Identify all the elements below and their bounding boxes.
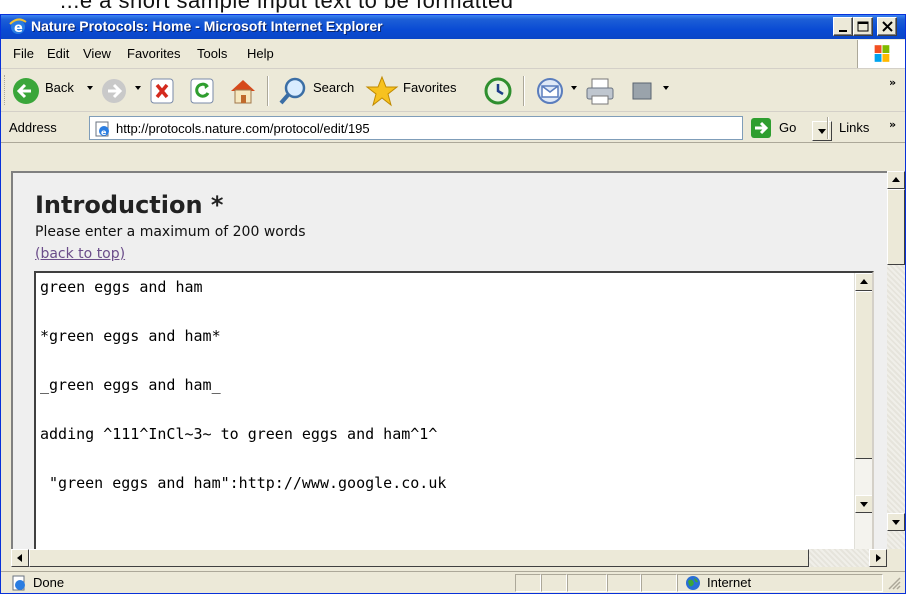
chevron-down-icon bbox=[892, 520, 900, 525]
menu-help[interactable]: Help bbox=[247, 46, 274, 61]
refresh-icon[interactable] bbox=[187, 74, 217, 108]
page-content: Introduction * Please enter a maximum of… bbox=[11, 171, 887, 549]
forward-icon[interactable] bbox=[99, 74, 129, 108]
history-icon[interactable] bbox=[481, 74, 515, 108]
search-label[interactable]: Search bbox=[313, 80, 354, 95]
edit-icon[interactable] bbox=[627, 74, 657, 108]
textarea-line: adding ^111^InCl~3~ to green eggs and ha… bbox=[40, 425, 438, 443]
status-pane bbox=[607, 574, 641, 592]
toolbar-grip[interactable] bbox=[4, 75, 7, 105]
go-label: Go bbox=[779, 120, 797, 135]
menu-view[interactable]: View bbox=[83, 46, 111, 61]
close-button[interactable] bbox=[877, 17, 897, 36]
security-zone-text: Internet bbox=[707, 575, 752, 590]
menu-tools[interactable]: Tools bbox=[197, 46, 227, 61]
maximize-button[interactable] bbox=[853, 17, 873, 36]
menu-favorites[interactable]: Favorites bbox=[127, 46, 180, 61]
toolbar-separator bbox=[827, 117, 829, 139]
page-horizontal-scrollbar[interactable] bbox=[11, 549, 887, 567]
back-icon[interactable] bbox=[11, 74, 41, 108]
ie-logo-icon: e bbox=[9, 18, 27, 36]
search-icon[interactable] bbox=[277, 74, 309, 108]
back-label[interactable]: Back bbox=[45, 80, 74, 95]
page-caption-text: ...e a short sample input text to be for… bbox=[60, 0, 514, 13]
stop-icon[interactable] bbox=[147, 74, 177, 108]
status-bar: Done Internet bbox=[1, 571, 905, 593]
favorites-label[interactable]: Favorites bbox=[403, 80, 456, 95]
page-vertical-scrollbar[interactable] bbox=[887, 171, 905, 549]
scroll-left-button[interactable] bbox=[11, 549, 29, 567]
section-heading: Introduction * bbox=[35, 191, 224, 219]
textarea-content: green eggs and ham *green eggs and ham* … bbox=[40, 277, 840, 522]
scroll-thumb[interactable] bbox=[855, 291, 872, 459]
forward-dropdown-icon[interactable] bbox=[135, 86, 141, 90]
chevron-down-icon bbox=[860, 502, 868, 507]
mail-icon[interactable] bbox=[533, 74, 567, 108]
address-input[interactable]: e http://protocols.nature.com/protocol/e… bbox=[89, 116, 832, 141]
textarea-line: _green eggs and ham_ bbox=[40, 376, 221, 394]
close-icon bbox=[882, 21, 893, 32]
browser-window: e Nature Protocols: Home - Microsoft Int… bbox=[0, 14, 906, 594]
back-to-top-link[interactable]: (back to top) bbox=[35, 246, 125, 262]
back-dropdown-icon[interactable] bbox=[87, 86, 93, 90]
svg-text:e: e bbox=[101, 128, 107, 137]
links-chevron-icon[interactable]: » bbox=[889, 118, 896, 131]
status-pane bbox=[641, 574, 677, 592]
window-title: Nature Protocols: Home - Microsoft Inter… bbox=[31, 18, 383, 34]
print-icon[interactable] bbox=[583, 74, 617, 108]
scroll-right-button[interactable] bbox=[869, 549, 887, 567]
windows-logo-icon bbox=[857, 40, 905, 68]
scroll-down-button[interactable] bbox=[855, 495, 872, 513]
textarea-scrollbar[interactable] bbox=[854, 273, 872, 549]
status-pane bbox=[515, 574, 541, 592]
home-icon[interactable] bbox=[227, 74, 259, 108]
svg-text:e: e bbox=[14, 21, 23, 36]
go-arrow-icon bbox=[751, 118, 771, 138]
favorites-icon[interactable] bbox=[365, 74, 399, 108]
resize-grip-icon[interactable] bbox=[887, 576, 901, 590]
scroll-up-button[interactable] bbox=[855, 273, 872, 291]
mail-dropdown-icon[interactable] bbox=[571, 86, 577, 90]
page-caption-partial: ...e a short sample input text to be for… bbox=[0, 0, 906, 14]
address-url[interactable]: http://protocols.nature.com/protocol/edi… bbox=[116, 121, 370, 136]
status-pane bbox=[567, 574, 607, 592]
title-bar[interactable]: e Nature Protocols: Home - Microsoft Int… bbox=[1, 15, 905, 39]
edit-dropdown-icon[interactable] bbox=[663, 86, 669, 90]
page-scroll-thumb[interactable] bbox=[887, 189, 905, 265]
page-done-icon bbox=[12, 575, 25, 591]
toolbar-separator bbox=[523, 76, 525, 106]
chevron-left-icon bbox=[17, 554, 22, 562]
toolbar-separator bbox=[267, 76, 269, 106]
menu-bar: File Edit View Favorites Tools Help bbox=[1, 39, 905, 69]
textarea-line: green eggs and ham bbox=[40, 278, 203, 296]
go-button[interactable]: Go bbox=[751, 117, 811, 139]
chevron-right-icon bbox=[876, 554, 881, 562]
chevron-up-icon bbox=[860, 279, 868, 284]
status-pane bbox=[541, 574, 567, 592]
page-scroll-up-button[interactable] bbox=[887, 171, 905, 189]
page-icon: e bbox=[95, 121, 109, 137]
status-text: Done bbox=[33, 575, 65, 590]
menu-file[interactable]: File bbox=[13, 46, 34, 61]
page-scroll-down-button[interactable] bbox=[887, 513, 905, 531]
minimize-icon bbox=[839, 30, 847, 32]
address-bar: Address e http://protocols.nature.com/pr… bbox=[1, 113, 905, 143]
menu-edit[interactable]: Edit bbox=[47, 46, 69, 61]
textarea-line: "green eggs and ham":http://www.google.c… bbox=[40, 474, 447, 492]
toolbar-chevron-icon[interactable]: » bbox=[889, 76, 896, 89]
minimize-button[interactable] bbox=[833, 17, 853, 36]
introduction-textarea[interactable]: green eggs and ham *green eggs and ham* … bbox=[34, 271, 874, 549]
chevron-up-icon bbox=[892, 177, 900, 182]
links-button[interactable]: Links bbox=[839, 120, 869, 135]
horizontal-scroll-thumb[interactable] bbox=[29, 549, 809, 567]
globe-icon bbox=[686, 576, 700, 590]
maximize-icon bbox=[857, 21, 869, 32]
standard-toolbar: Back Search Favorites » bbox=[1, 70, 905, 112]
address-label: Address bbox=[9, 120, 57, 135]
address-dropdown-button[interactable] bbox=[812, 121, 832, 141]
textarea-line: *green eggs and ham* bbox=[40, 327, 221, 345]
word-limit-hint: Please enter a maximum of 200 words bbox=[35, 224, 306, 240]
